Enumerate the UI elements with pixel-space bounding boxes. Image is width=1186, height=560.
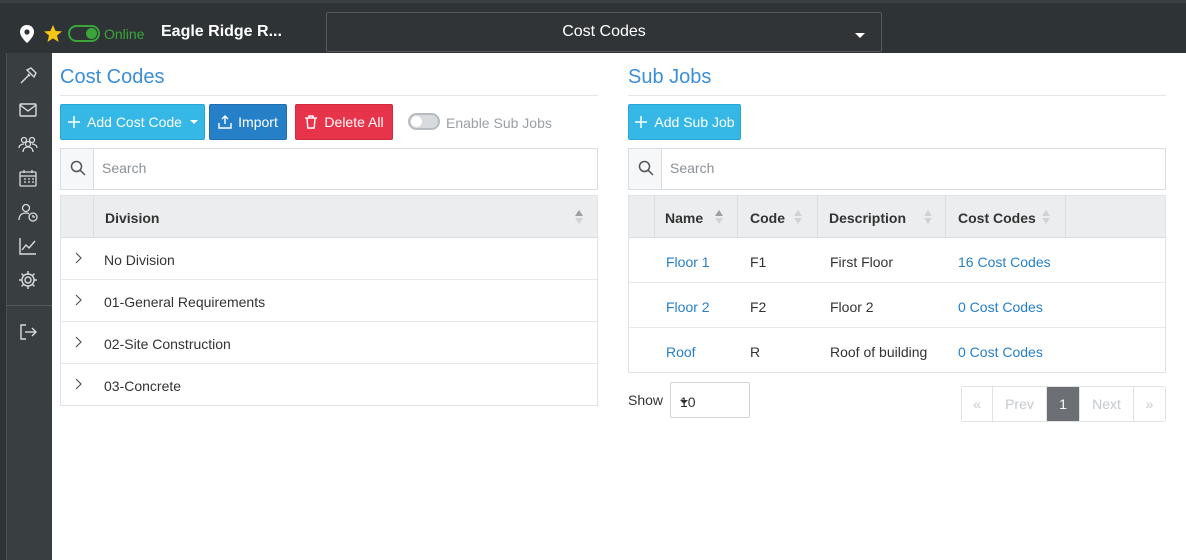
cost-codes-search: [60, 148, 598, 190]
division-table: Division No Division 01-General Requirem…: [60, 195, 598, 406]
chevron-down-icon: [680, 400, 688, 404]
module-select-label: Cost Codes: [562, 23, 646, 40]
chevron-down-icon: [855, 33, 865, 38]
sub-jobs-rule: [628, 95, 1166, 96]
division-column-header[interactable]: Division: [105, 210, 159, 226]
import-label: Import: [238, 114, 278, 130]
delete-all-button[interactable]: Delete All: [295, 104, 393, 140]
sort-icon: [1042, 210, 1050, 224]
pagination-page-1[interactable]: 1: [1047, 387, 1080, 421]
online-toggle[interactable]: [68, 25, 100, 42]
add-cost-code-label: Add Cost Code: [87, 114, 182, 130]
pagination: « Prev 1 Next »: [961, 386, 1166, 422]
division-row[interactable]: 02-Site Construction: [61, 322, 597, 364]
top-bar: Online Eagle Ridge R... Cost Codes: [0, 0, 1186, 53]
sort-ascending-icon: [715, 210, 723, 224]
sub-job-cost-codes-link[interactable]: 0 Cost Codes: [958, 344, 1043, 360]
logout-icon[interactable]: [17, 321, 39, 343]
table-row: Floor 2 F2 Floor 2 0 Cost Codes: [629, 283, 1165, 328]
sub-jobs-search: [628, 148, 1166, 190]
trash-icon: [305, 115, 318, 129]
sub-jobs-title: Sub Jobs: [628, 66, 712, 88]
sub-job-code: R: [750, 344, 761, 360]
sort-icon: [924, 210, 932, 224]
chevron-right-icon[interactable]: [73, 378, 83, 390]
calendar-icon[interactable]: [17, 167, 39, 189]
pagination-last[interactable]: »: [1134, 387, 1165, 421]
sub-job-cost-codes-link[interactable]: 0 Cost Codes: [958, 299, 1043, 315]
sidebar-divider: [6, 305, 52, 306]
column-header-cost-codes[interactable]: Cost Codes: [946, 196, 1066, 237]
sub-jobs-table: Name Code Description Cost Codes Floor 1: [628, 195, 1166, 373]
sort-icon: [794, 210, 802, 224]
enable-sub-jobs-label: Enable Sub Jobs: [446, 115, 552, 131]
add-sub-job-button[interactable]: Add Sub Job: [628, 104, 741, 140]
sub-job-name-link[interactable]: Roof: [666, 344, 696, 360]
chevron-right-icon[interactable]: [73, 252, 83, 264]
plus-icon: [68, 116, 81, 128]
module-select[interactable]: Cost Codes: [326, 12, 882, 52]
sidebar: [0, 53, 52, 560]
users-icon[interactable]: [17, 133, 39, 155]
division-row[interactable]: 03-Concrete: [61, 364, 597, 406]
location-pin-icon[interactable]: [20, 25, 34, 43]
caret-down-icon: [189, 120, 198, 124]
division-row[interactable]: No Division: [61, 238, 597, 280]
project-name[interactable]: Eagle Ridge R...: [161, 23, 282, 41]
cost-codes-rule: [60, 95, 598, 96]
chevron-right-icon[interactable]: [73, 336, 83, 348]
division-name: 01-General Requirements: [104, 294, 266, 310]
sub-job-description: First Floor: [830, 254, 893, 270]
pagination-first[interactable]: «: [962, 387, 993, 421]
sub-job-description: Floor 2: [830, 299, 874, 315]
sub-job-code: F2: [750, 299, 767, 315]
delete-all-label: Delete All: [324, 114, 384, 130]
favorite-star-icon[interactable]: [43, 24, 63, 44]
table-row: Roof R Roof of building 0 Cost Codes: [629, 328, 1165, 373]
pagination-next[interactable]: Next: [1080, 387, 1134, 421]
add-cost-code-button[interactable]: Add Cost Code: [60, 104, 205, 140]
division-table-header: Division: [61, 196, 597, 238]
sub-job-name-link[interactable]: Floor 1: [666, 254, 710, 270]
pagination-prev[interactable]: Prev: [993, 387, 1047, 421]
show-label: Show: [628, 392, 664, 408]
column-header-description[interactable]: Description: [818, 196, 946, 237]
sub-job-name-link[interactable]: Floor 2: [666, 299, 710, 315]
chart-icon[interactable]: [17, 235, 39, 257]
sub-job-cost-codes-link[interactable]: 16 Cost Codes: [958, 254, 1051, 270]
plus-icon: [635, 116, 648, 128]
sub-job-description: Roof of building: [830, 344, 928, 360]
division-name: 03-Concrete: [104, 378, 182, 394]
add-sub-job-label: Add Sub Job: [654, 114, 735, 130]
table-row: Floor 1 F1 First Floor 16 Cost Codes: [629, 238, 1165, 283]
division-row[interactable]: 01-General Requirements: [61, 280, 597, 322]
sort-ascending-icon[interactable]: [575, 210, 583, 224]
column-header-code[interactable]: Code: [738, 196, 818, 237]
page-size-select[interactable]: 10: [670, 382, 750, 418]
search-icon: [70, 160, 86, 176]
upload-icon: [218, 115, 232, 129]
division-name: 02-Site Construction: [104, 336, 231, 352]
mail-icon[interactable]: [17, 99, 39, 121]
sub-jobs-search-input[interactable]: [670, 160, 1070, 176]
enable-sub-jobs-toggle[interactable]: [408, 113, 440, 130]
hammer-icon[interactable]: [17, 65, 39, 87]
chevron-right-icon[interactable]: [73, 294, 83, 306]
cost-codes-search-input[interactable]: [102, 160, 502, 176]
sub-job-code: F1: [750, 254, 767, 270]
import-button[interactable]: Import: [209, 104, 287, 140]
cost-codes-title: Cost Codes: [60, 66, 165, 88]
sub-jobs-table-header: Name Code Description Cost Codes: [629, 196, 1165, 238]
user-clock-icon[interactable]: [17, 201, 39, 223]
column-header-name[interactable]: Name: [655, 196, 738, 237]
division-name: No Division: [104, 252, 175, 268]
online-status: Online: [104, 26, 145, 42]
gear-icon[interactable]: [17, 269, 39, 291]
search-icon: [638, 160, 654, 176]
